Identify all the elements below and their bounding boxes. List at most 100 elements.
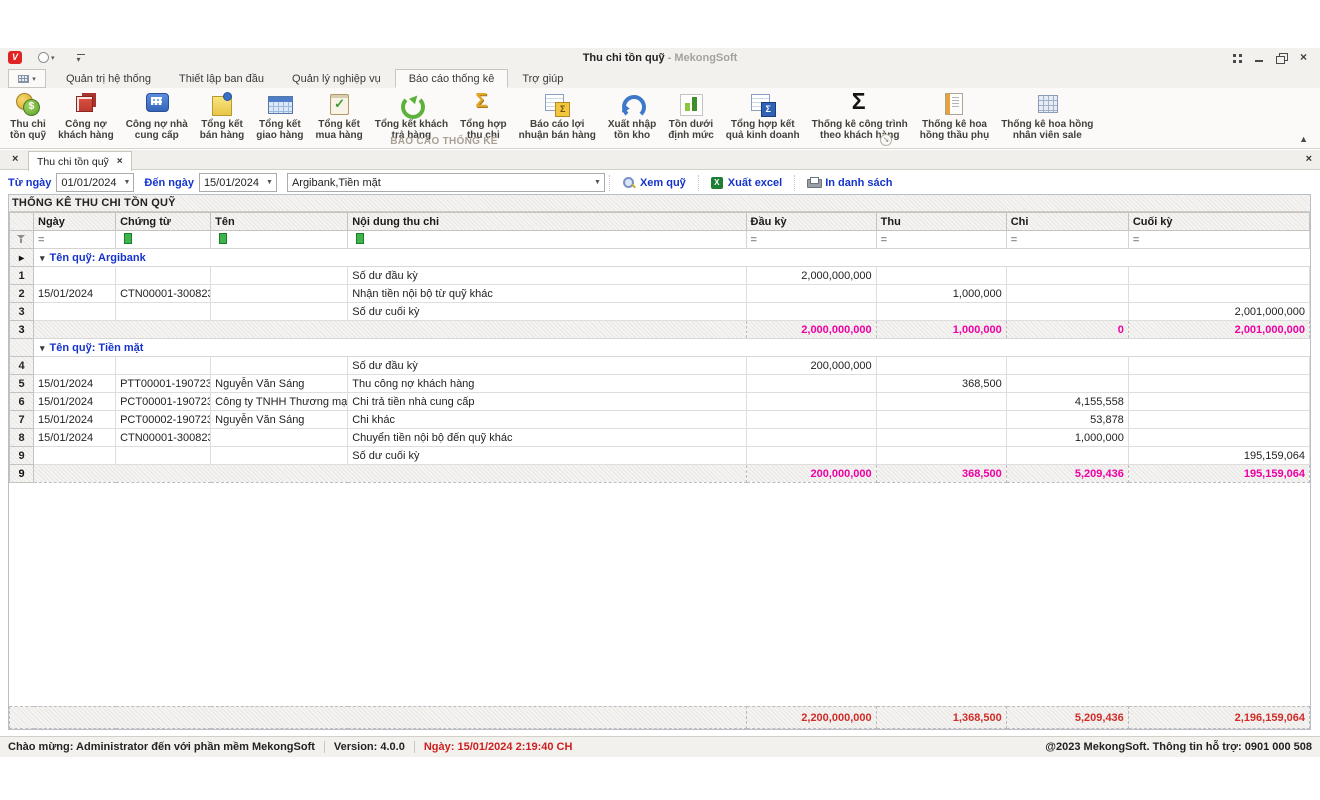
toolbar-item[interactable]: Tổng hợp thu chi (454, 91, 513, 142)
cell-noidung[interactable]: Số dư đầu kỳ (348, 357, 746, 375)
ribbon-collapse-icon[interactable]: ▲ (1299, 134, 1308, 144)
cell-ten[interactable] (211, 285, 348, 303)
toolbar-item[interactable]: Thống kê công trình theo khách hàng (806, 91, 914, 142)
toolbar-item[interactable]: Tổng kết khách trả hàng (369, 91, 454, 142)
toolbar-item[interactable]: Công nợ nhà cung cấp (120, 91, 194, 142)
cell-chi[interactable] (1006, 357, 1128, 375)
table-row[interactable]: 215/01/2024CTN00001-300823Nhận tiền nội … (10, 285, 1310, 303)
cell-chi[interactable]: 4,155,558 (1006, 393, 1128, 411)
filter-cell-chi[interactable]: = (1006, 231, 1128, 249)
cell-date[interactable] (34, 303, 116, 321)
contains-filter-icon[interactable] (120, 233, 133, 243)
quick-access-toolbar[interactable]: ▾ (38, 52, 55, 63)
chevron-down-icon[interactable]: ▾ (51, 54, 55, 62)
column-header-chi[interactable]: Chi (1006, 213, 1128, 231)
close-icon[interactable]: × (1297, 52, 1310, 63)
toolbar-item[interactable]: Báo cáo lợi nhuận bán hàng (513, 91, 602, 142)
cell-ten[interactable] (211, 429, 348, 447)
document-tab[interactable]: Thu chi tồn quỹ × (28, 151, 132, 171)
cell-noidung[interactable]: Chi trả tiền nhà cung cấp (348, 393, 746, 411)
cell-thu[interactable] (876, 447, 1006, 465)
toolbar-item[interactable]: Công nợ khách hàng (52, 91, 120, 142)
cell-date[interactable]: 15/01/2024 (34, 411, 116, 429)
equals-filter-icon[interactable]: = (1011, 234, 1017, 246)
cell-thu[interactable] (876, 429, 1006, 447)
group-row[interactable]: ▸▾Tên quỹ: Argibank (10, 249, 1310, 267)
cell-dau[interactable]: 200,000,000 (746, 357, 876, 375)
cell-doc[interactable] (116, 267, 211, 285)
fund-select[interactable]: Argibank,Tiền mặt ▼ (287, 173, 605, 192)
cell-dau[interactable] (746, 285, 876, 303)
cell-ten[interactable]: Nguyễn Văn Sáng (211, 375, 348, 393)
cell-cuoi[interactable]: 195,159,064 (1128, 447, 1309, 465)
filter-cell-thu[interactable]: = (876, 231, 1006, 249)
quick-access-circle-icon[interactable] (38, 52, 49, 63)
customize-toolbar-button[interactable]: ▾ (77, 53, 81, 63)
equals-filter-icon[interactable]: = (881, 234, 887, 246)
cell-doc[interactable]: PTT00001-190723 (116, 375, 211, 393)
cell-noidung[interactable]: Số dư đầu kỳ (348, 267, 746, 285)
toolbar-item[interactable]: Thống kê hoa hồng thầu phụ (914, 91, 995, 142)
cell-noidung[interactable]: Chuyển tiền nội bộ đến quỹ khác (348, 429, 746, 447)
cell-doc[interactable]: CTN00001-300823 (116, 285, 211, 303)
group-header-cell[interactable]: ▾Tên quỹ: Tiền mặt (34, 339, 1310, 357)
group-dialog-launcher-icon[interactable]: ↘ (880, 134, 892, 146)
column-header-ten[interactable]: Tên (211, 213, 348, 231)
contains-filter-icon[interactable] (352, 233, 365, 243)
cell-thu[interactable]: 1,000,000 (876, 285, 1006, 303)
close-all-tabs-icon[interactable]: × (12, 153, 18, 166)
equals-filter-icon[interactable]: = (751, 234, 757, 246)
ribbon-tab[interactable]: Báo cáo thống kê (395, 69, 509, 88)
group-row[interactable]: ▾Tên quỹ: Tiền mặt (10, 339, 1310, 357)
toolbar-item[interactable]: Tổng kết bán hàng (194, 91, 250, 142)
cell-date[interactable] (34, 447, 116, 465)
cell-ten[interactable]: Công ty TNHH Thương mại Dịch vụ Điện n..… (211, 393, 348, 411)
cell-doc[interactable] (116, 303, 211, 321)
cell-dau[interactable] (746, 303, 876, 321)
toolbar-item[interactable]: Tồn dưới định mức (662, 91, 720, 142)
ribbon-tab[interactable]: Quản trị hệ thống (52, 69, 165, 88)
cell-cuoi[interactable] (1128, 285, 1309, 303)
table-row[interactable]: 615/01/2024PCT00001-190723Công ty TNHH T… (10, 393, 1310, 411)
search-button[interactable]: Xem quỹ (609, 175, 698, 191)
cell-noidung[interactable]: Số dư cuối kỳ (348, 303, 746, 321)
filter-cell-ten[interactable] (211, 231, 348, 249)
cell-chi[interactable]: 1,000,000 (1006, 429, 1128, 447)
cell-dau[interactable] (746, 393, 876, 411)
toolbar-item[interactable]: Tổng kết mua hàng (309, 91, 368, 142)
minimize-icon[interactable] (1253, 52, 1266, 63)
toolbar-item[interactable]: Tổng hợp kết quả kinh doanh (720, 91, 806, 142)
column-header-cuoi[interactable]: Cuối kỳ (1128, 213, 1309, 231)
cell-doc[interactable]: CTN00001-300823 (116, 429, 211, 447)
print-button[interactable]: In danh sách (794, 175, 904, 191)
column-header-dau[interactable]: Đầu kỳ (746, 213, 876, 231)
filter-row-indicator[interactable] (10, 231, 34, 249)
toolbar-item[interactable]: Tổng kết giao hàng (250, 91, 309, 142)
cell-cuoi[interactable] (1128, 411, 1309, 429)
fullscreen-icon[interactable] (1231, 52, 1244, 63)
column-header-date[interactable]: Ngày (34, 213, 116, 231)
cell-dau[interactable]: 2,000,000,000 (746, 267, 876, 285)
filter-cell-dau[interactable]: = (746, 231, 876, 249)
cell-thu[interactable] (876, 267, 1006, 285)
table-row[interactable]: 3Số dư cuối kỳ2,001,000,000 (10, 303, 1310, 321)
from-date-input[interactable]: 01/01/2024 ▼ (56, 173, 134, 192)
cell-chi[interactable]: 53,878 (1006, 411, 1128, 429)
table-row[interactable]: 815/01/2024CTN00001-300823Chuyển tiền nộ… (10, 429, 1310, 447)
cell-chi[interactable] (1006, 267, 1128, 285)
cell-cuoi[interactable]: 2,001,000,000 (1128, 303, 1309, 321)
chevron-down-icon[interactable]: ▼ (120, 179, 133, 186)
application-menu-button[interactable]: ▾ (8, 69, 46, 88)
cell-ten[interactable] (211, 447, 348, 465)
to-date-input[interactable]: 15/01/2024 ▼ (199, 173, 277, 192)
table-row[interactable]: 4Số dư đầu kỳ200,000,000 (10, 357, 1310, 375)
cell-thu[interactable] (876, 303, 1006, 321)
cell-ten[interactable] (211, 303, 348, 321)
column-header-noidung[interactable]: Nội dung thu chi (348, 213, 746, 231)
cell-noidung[interactable]: Nhận tiền nội bộ từ quỹ khác (348, 285, 746, 303)
close-document-icon[interactable]: × (1306, 153, 1312, 166)
cell-thu[interactable] (876, 411, 1006, 429)
cell-chi[interactable] (1006, 303, 1128, 321)
toolbar-item[interactable]: Thu chi tồn quỹ (4, 91, 52, 142)
cell-noidung[interactable]: Số dư cuối kỳ (348, 447, 746, 465)
